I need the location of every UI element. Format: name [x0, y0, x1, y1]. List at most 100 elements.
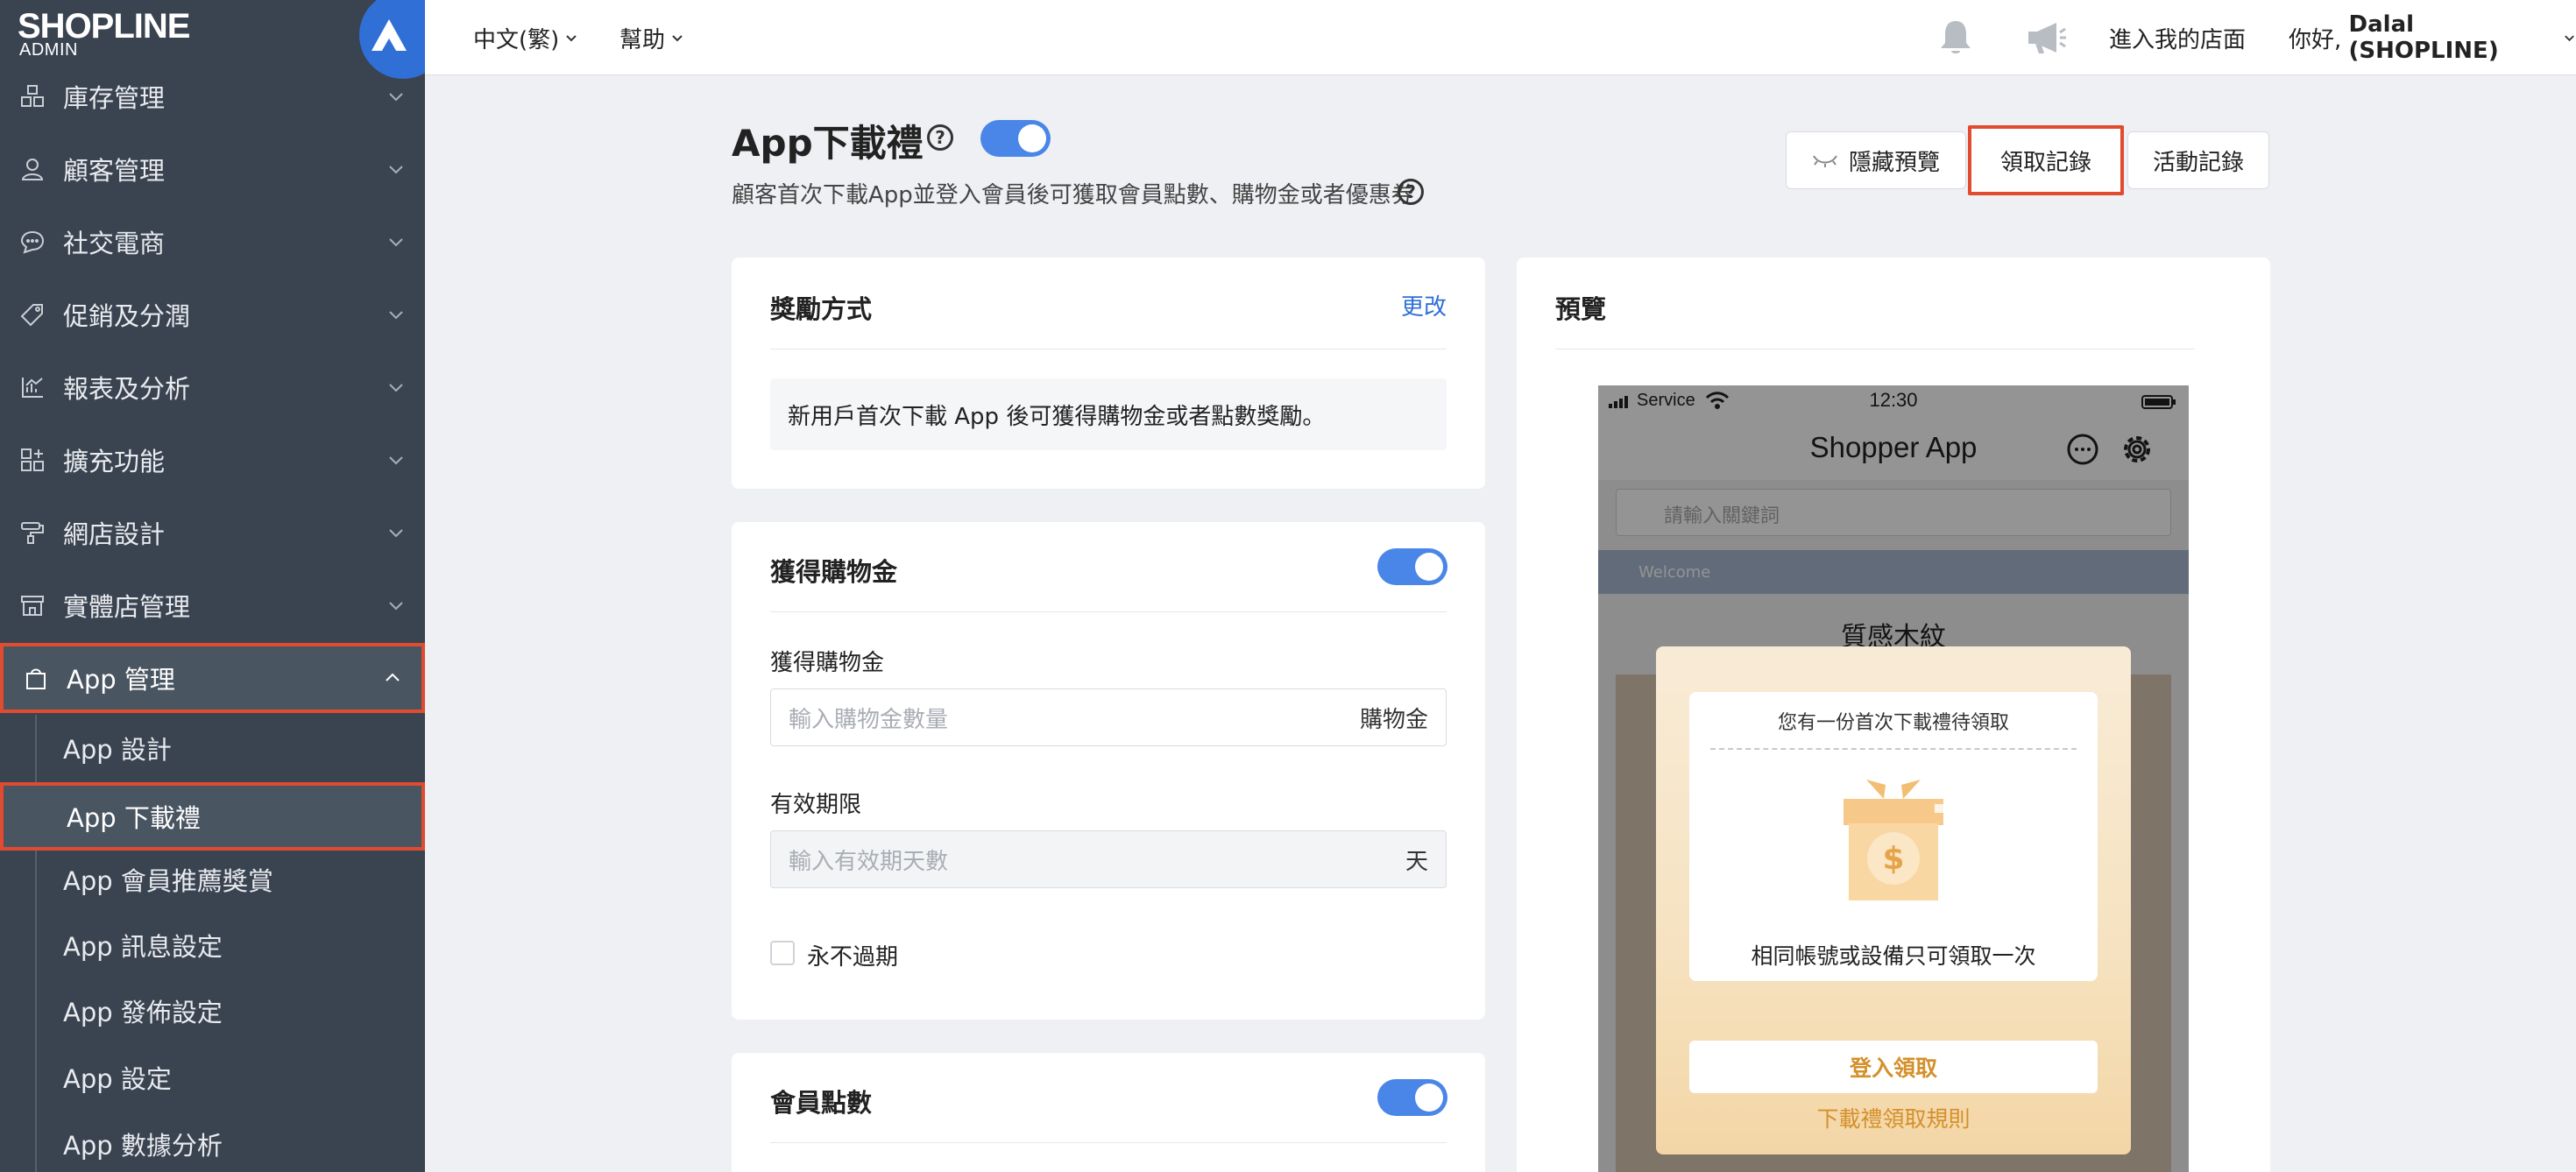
reward-method-edit-link[interactable]: 更改: [1401, 289, 1447, 321]
sidebar-item-inventory[interactable]: 庫存管理: [0, 61, 425, 131]
visit-store-link[interactable]: 進入我的店面: [2109, 0, 2246, 75]
sidebar-item-label: 報表及分析: [63, 374, 191, 404]
language-label: 中文(繁): [473, 26, 560, 53]
validity-label: 有效期限: [770, 792, 862, 818]
chevron-down-icon: [389, 166, 403, 174]
store-icon: [19, 592, 46, 618]
chat-icon: [19, 229, 46, 255]
sidebar-subitem-app-referral[interactable]: App 會員推薦獎賞: [0, 848, 425, 911]
sidebar-item-label: 擴充功能: [63, 447, 166, 477]
gift-icon: $: [1844, 780, 1949, 900]
sidebar-subitem-app-settings[interactable]: App 設定: [0, 1046, 425, 1109]
chevron-down-icon: [389, 456, 403, 465]
sidebar-subitem-label: App 發佈設定: [63, 998, 223, 1027]
sidebar-item-customers[interactable]: 顧客管理: [0, 134, 425, 204]
sidebar-item-label: 促銷及分潤: [63, 301, 191, 331]
credit-amount-suffix: 購物金: [1359, 706, 1428, 733]
announcements[interactable]: [2020, 0, 2067, 75]
language-dropdown[interactable]: 中文(繁): [473, 0, 578, 75]
sidebar-subitem-app-messages[interactable]: App 訊息設定: [0, 914, 425, 977]
bell-icon: [1941, 21, 1971, 53]
chevron-down-icon: [389, 602, 403, 611]
popup-login-claim-button[interactable]: 登入領取: [1689, 1041, 2098, 1093]
reward-method-card: 獎勵方式 更改 新用戶首次下載 App 後可獲得購物金或者點數獎勵。: [732, 258, 1485, 489]
eye-closed-icon: [1813, 155, 1837, 167]
chevron-down-icon: [2565, 35, 2574, 42]
hide-preview-label: 隱藏預覽: [1848, 149, 1940, 176]
validity-days-placeholder: 輸入有效期天數: [789, 848, 949, 875]
download-gift-popup: 您有一份首次下載禮待領取 $ 相同帳號或設備只可領取一次 登入領取 下載禮領取規…: [1656, 646, 2131, 1154]
sidebar-item-store-design[interactable]: 網店設計: [0, 498, 425, 568]
tag-icon: [19, 301, 46, 328]
megaphone-icon: [2028, 23, 2066, 53]
app-preview-phone: Service 12:30 Shopper App 請輸入關鍵詞 Welcome…: [1598, 385, 2189, 1172]
sidebar-subitem-app-design[interactable]: App 設計: [0, 717, 425, 780]
user-menu[interactable]: 你好, Dalal (SHOPLINE): [2289, 0, 2576, 75]
sidebar-item-retail-store[interactable]: 實體店管理: [0, 570, 425, 640]
report-icon: [19, 374, 46, 400]
help-dropdown[interactable]: 幫助: [619, 0, 684, 75]
popup-heading: 您有一份首次下載禮待領取: [1777, 712, 2009, 734]
sidebar-subitem-app-publish[interactable]: App 發佈設定: [0, 979, 425, 1042]
paint-roller-icon: [19, 519, 46, 546]
credit-amount-input[interactable]: 輸入購物金數量 購物金: [770, 688, 1447, 746]
hide-preview-button[interactable]: 隱藏預覽: [1786, 131, 1966, 189]
divider: [770, 611, 1447, 612]
notification-bell[interactable]: [1932, 0, 1974, 75]
popup-rules-link[interactable]: 下載禮領取規則: [1656, 1102, 2131, 1133]
chevron-down-icon: [389, 384, 403, 392]
sidebar-item-extensions[interactable]: 擴充功能: [0, 425, 425, 495]
sidebar-item-reports[interactable]: 報表及分析: [0, 352, 425, 422]
chevron-down-icon: [389, 529, 403, 538]
greeting-label: 你好,: [2289, 26, 2349, 53]
validity-days-suffix: 天: [1405, 848, 1428, 875]
popup-ticket: 您有一份首次下載禮待領取 $ 相同帳號或設備只可領取一次: [1689, 692, 2098, 981]
shopping-credit-card: 獲得購物金 獲得購物金 輸入購物金數量 購物金 有效期限 輸入有效期天數 天 永…: [732, 522, 1485, 1020]
sidebar-item-social-commerce[interactable]: 社交電商: [0, 207, 425, 277]
page-title: App下載禮: [732, 122, 924, 165]
sidebar-item-label: 顧客管理: [63, 156, 166, 186]
apps-icon: [19, 447, 46, 473]
sidebar-item-label: App 管理: [67, 665, 175, 695]
help-label: 幫助: [619, 26, 666, 53]
chevron-up-icon: [386, 673, 400, 681]
shopping-credit-toggle[interactable]: [1377, 548, 1447, 585]
credit-amount-placeholder: 輸入購物金數量: [789, 706, 949, 733]
brand-mark-icon: [372, 19, 407, 51]
sidebar-item-label: 網店設計: [63, 519, 166, 549]
divider: [770, 1142, 1447, 1143]
description-help-icon[interactable]: ?: [1398, 179, 1424, 205]
user-name: Dalal (SHOPLINE): [2348, 11, 2499, 64]
help-icon[interactable]: ?: [927, 124, 953, 151]
visit-store-label: 進入我的店面: [2109, 26, 2247, 53]
chevron-down-icon: [672, 35, 683, 42]
popup-dashed-divider: [1710, 748, 2077, 750]
sidebar-item-label: 庫存管理: [63, 83, 166, 113]
popup-message: 相同帳號或設備只可領取一次: [1751, 943, 2036, 969]
activity-records-button[interactable]: 活動記錄: [2127, 131, 2269, 189]
sidebar-subitem-app-analytics[interactable]: App 數據分析: [0, 1112, 425, 1172]
credit-amount-label: 獲得購物金: [770, 650, 885, 676]
svg-text:$: $: [1882, 841, 1904, 877]
chevron-down-icon: [389, 311, 403, 320]
page-description-text: 顧客首次下載App並登入會員後可獲取會員點數、購物金或者優惠券: [732, 182, 1414, 208]
sidebar-subitem-app-download-gift[interactable]: App 下載禮: [0, 782, 425, 851]
sidebar: SHOPLINE ADMIN 庫存管理 顧客管理 社交電商 促銷及分潤 報表及分…: [0, 0, 425, 1172]
sidebar-subitem-label: App 訊息設定: [63, 932, 223, 962]
sidebar-item-app-management[interactable]: App 管理: [0, 643, 425, 713]
topbar: 中文(繁) 幫助 進入我的店面 你好, Dalal (SHOPLINE): [425, 0, 2576, 75]
chevron-down-icon: [566, 35, 577, 42]
reward-method-title: 獎勵方式: [770, 294, 873, 324]
inventory-icon: [19, 83, 46, 109]
member-points-toggle[interactable]: [1377, 1079, 1447, 1116]
claim-records-button[interactable]: 領取記錄: [1968, 125, 2124, 195]
never-expire-label: 永不過期: [807, 944, 899, 971]
never-expire-checkbox[interactable]: [770, 941, 795, 965]
page-enable-toggle[interactable]: [980, 120, 1051, 157]
claim-records-label: 領取記錄: [1999, 149, 2091, 176]
sidebar-item-promotions[interactable]: 促銷及分潤: [0, 279, 425, 349]
shopping-bag-icon: [23, 665, 49, 691]
sidebar-subitem-label: App 設定: [63, 1064, 172, 1094]
reward-method-note-text: 新用戶首次下載 App 後可獲得購物金或者點數獎勵。: [788, 403, 1326, 430]
validity-days-input[interactable]: 輸入有效期天數 天: [770, 830, 1447, 888]
